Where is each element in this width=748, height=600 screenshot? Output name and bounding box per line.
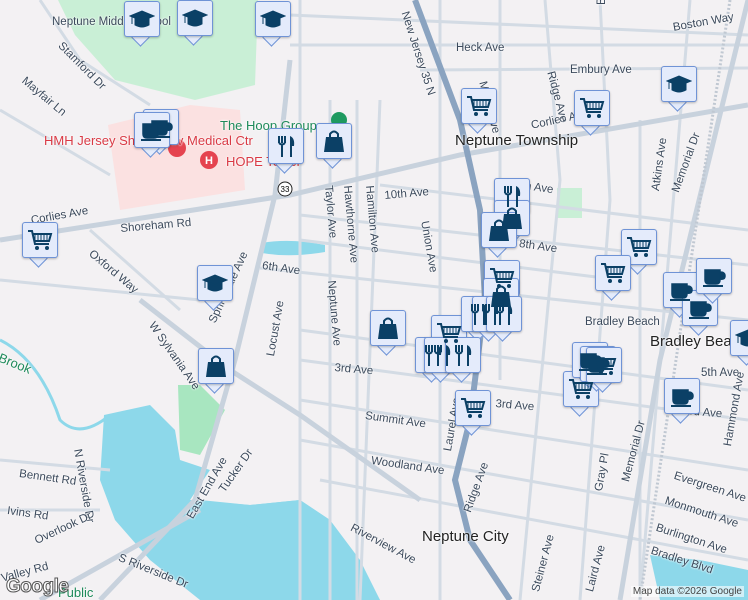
marker-cart[interactable]: [22, 222, 58, 268]
marker-box: [198, 348, 234, 384]
shopping-icon: [324, 130, 344, 152]
marker-school[interactable]: [730, 320, 748, 366]
marker-cafe[interactable]: [134, 112, 170, 158]
street-label: Embury Ave: [570, 64, 632, 76]
marker-box: [621, 229, 657, 265]
marker-box: [197, 265, 233, 301]
school-icon: [129, 10, 155, 28]
marker-restaurant[interactable]: [268, 128, 304, 174]
marker-cart[interactable]: [461, 88, 497, 134]
marker-school[interactable]: [124, 1, 160, 47]
place-label-neptune-city: Neptune City: [422, 528, 509, 545]
cart-icon: [461, 398, 486, 418]
marker-box: [730, 320, 748, 356]
marker-shopping[interactable]: [481, 212, 517, 258]
restaurant-icon: [496, 304, 513, 325]
marker-cart[interactable]: [595, 255, 631, 301]
street-label: Borden Ave: [596, 0, 608, 5]
cart-icon: [28, 230, 53, 250]
marker-box: [661, 66, 697, 102]
marker-cart[interactable]: [574, 90, 610, 136]
marker-box: [134, 112, 170, 148]
school-icon: [260, 10, 286, 28]
marker-restaurant[interactable]: [445, 337, 481, 383]
marker-box: [455, 390, 491, 426]
marker-box: [586, 347, 622, 383]
marker-school[interactable]: [661, 66, 697, 112]
cart-icon: [592, 355, 617, 375]
shopping-icon: [206, 355, 226, 377]
marker-box: [370, 310, 406, 346]
shopping-icon: [489, 219, 509, 241]
marker-box: [595, 255, 631, 291]
marker-shopping[interactable]: [370, 310, 406, 356]
cart-icon: [569, 379, 594, 399]
school-icon: [202, 274, 228, 292]
marker-school[interactable]: [255, 1, 291, 47]
marker-school[interactable]: [177, 0, 213, 46]
marker-box: [268, 128, 304, 164]
marker-box: [445, 337, 481, 373]
marker-box: [486, 296, 522, 332]
cart-icon: [580, 98, 605, 118]
cart-icon: [627, 237, 652, 257]
google-logo: Google: [5, 576, 69, 598]
marker-cafe[interactable]: [664, 378, 700, 424]
marker-cart[interactable]: [455, 390, 491, 436]
station-label-bradley-beach: Bradley Beach: [585, 316, 660, 328]
marker-box: [255, 1, 291, 37]
shopping-icon: [378, 317, 398, 339]
map-attribution[interactable]: Map data ©2026 Google: [630, 586, 744, 597]
cart-icon: [467, 96, 492, 116]
school-icon: [666, 75, 692, 93]
route-33-label: 33: [281, 185, 290, 194]
school-icon: [182, 9, 208, 27]
marker-cafe[interactable]: [682, 290, 718, 336]
restaurant-icon: [278, 136, 295, 157]
marker-box: [461, 88, 497, 124]
street-label: Heck Ave: [456, 42, 505, 54]
cart-icon: [601, 263, 626, 283]
hospital-pin-icon: H: [205, 155, 213, 167]
cafe-icon: [671, 389, 694, 407]
marker-box: [682, 290, 718, 326]
marker-shopping[interactable]: [316, 123, 352, 169]
marker-box: [574, 90, 610, 126]
cafe-icon: [141, 123, 164, 141]
marker-box: [124, 1, 160, 37]
school-icon: [735, 329, 748, 347]
marker-box: [22, 222, 58, 258]
restaurant-icon: [455, 345, 472, 366]
map-canvas[interactable]: 33 H: [0, 0, 748, 600]
marker-box: [316, 123, 352, 159]
cafe-icon: [689, 301, 712, 319]
place-label-neptune-township: Neptune Township: [455, 132, 579, 149]
marker-box: [664, 378, 700, 414]
marker-school[interactable]: [197, 265, 233, 311]
marker-box: [177, 0, 213, 36]
marker-box: [696, 258, 732, 294]
marker-restaurant[interactable]: [486, 296, 522, 342]
cafe-icon: [703, 269, 726, 287]
marker-shopping[interactable]: [198, 348, 234, 394]
park-small: [557, 188, 582, 218]
marker-box: [481, 212, 517, 248]
